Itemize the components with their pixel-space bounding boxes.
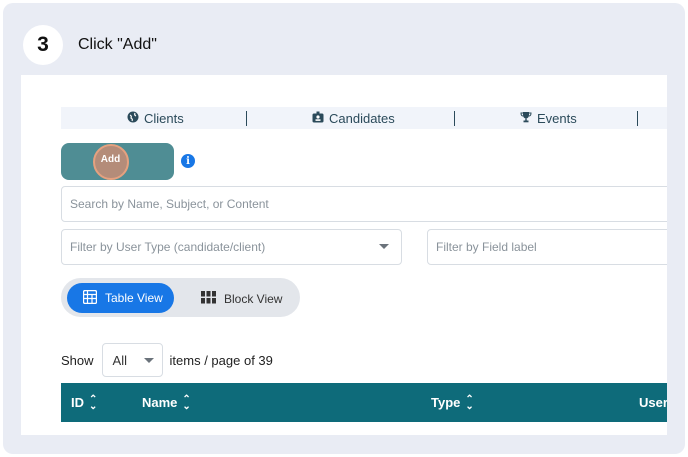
field-label-placeholder: Filter by Field label xyxy=(436,240,537,254)
top-nav: Clients Candidates Events xyxy=(61,107,667,129)
nav-item-events[interactable]: Events xyxy=(520,111,577,126)
nav-item-clients[interactable]: Clients xyxy=(127,111,184,126)
step-title: Click "Add" xyxy=(78,36,157,53)
table-view-label: Table View xyxy=(105,291,163,305)
info-icon[interactable]: i xyxy=(181,154,195,168)
table-view-button[interactable]: Table View xyxy=(67,283,174,313)
grid-icon xyxy=(201,291,216,307)
column-label: ID xyxy=(71,395,84,410)
nav-divider xyxy=(637,111,638,126)
search-input[interactable]: Search by Name, Subject, or Content xyxy=(61,186,667,222)
pagination-controls: Show All items / page of 39 xyxy=(61,343,273,377)
screenshot-panel: Clients Candidates Events Add i Search b… xyxy=(21,75,667,435)
nav-divider xyxy=(454,111,455,126)
chevron-down-icon xyxy=(379,244,389,249)
nav-label-candidates: Candidates xyxy=(329,111,395,126)
globe-icon xyxy=(127,111,139,126)
column-header-type[interactable]: Type ⌃ ⌄ xyxy=(431,393,474,412)
nav-label-clients: Clients xyxy=(144,111,184,126)
step-number-badge: 3 xyxy=(23,25,63,65)
column-label: User xyxy=(639,395,667,410)
show-label: Show xyxy=(61,352,94,368)
column-label: Name xyxy=(142,395,178,410)
block-view-button[interactable]: Block View xyxy=(201,291,282,307)
nav-item-candidates[interactable]: Candidates xyxy=(312,111,395,126)
block-view-label: Block View xyxy=(224,292,283,306)
user-type-filter[interactable]: Filter by User Type (candidate/client) xyxy=(61,229,402,265)
sort-icon: ⌃ ⌄ xyxy=(182,393,191,412)
table-icon xyxy=(82,289,98,307)
page-size-select[interactable]: All xyxy=(101,343,163,377)
id-badge-icon xyxy=(312,111,324,126)
page-size-value: All xyxy=(112,352,127,368)
nav-label-events: Events xyxy=(537,111,577,126)
column-label: Type xyxy=(431,395,461,410)
column-header-user[interactable]: User xyxy=(639,395,667,410)
page-count-label: items / page of 39 xyxy=(169,352,273,368)
column-header-name[interactable]: Name ⌃ ⌄ xyxy=(142,393,191,412)
sort-icon: ⌃ ⌄ xyxy=(465,393,474,412)
column-header-id[interactable]: ID ⌃ ⌄ xyxy=(71,393,98,412)
user-type-placeholder: Filter by User Type (candidate/client) xyxy=(70,240,266,254)
search-placeholder: Search by Name, Subject, or Content xyxy=(70,197,269,211)
nav-divider xyxy=(246,111,247,126)
sort-icon: ⌃ ⌄ xyxy=(89,393,98,412)
trophy-icon xyxy=(520,111,532,126)
view-toggle: Table View Block View xyxy=(61,278,300,317)
table-header: ID ⌃ ⌄ Name ⌃ ⌄ Type ⌃ ⌄ User xyxy=(61,383,667,422)
add-button[interactable]: Add xyxy=(61,143,174,180)
field-label-filter[interactable]: Filter by Field label xyxy=(427,229,667,265)
chevron-down-icon xyxy=(143,358,154,363)
add-button-label: Add xyxy=(100,154,121,165)
